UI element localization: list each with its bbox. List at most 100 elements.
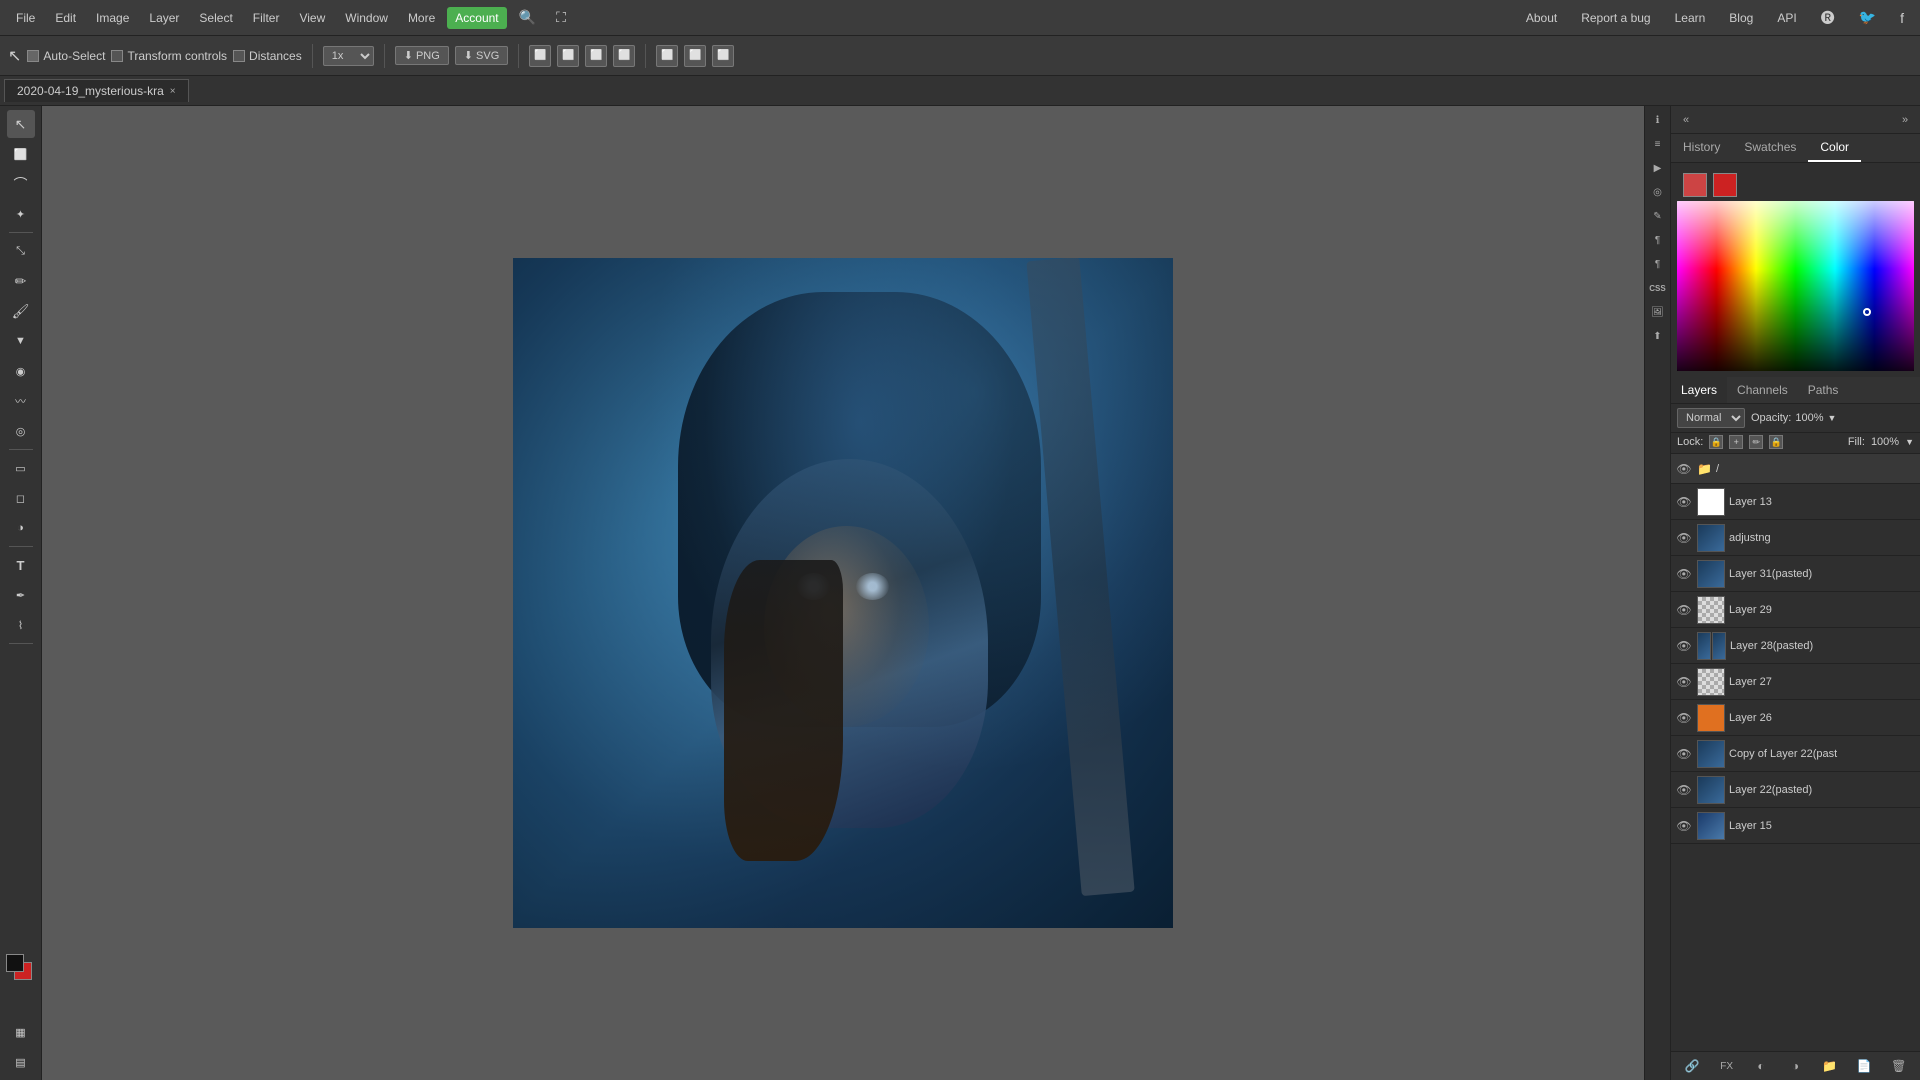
pen-tool[interactable]: ✒ <box>7 581 35 609</box>
layer-visibility-layer26[interactable]: 👁 <box>1675 709 1693 727</box>
menu-image[interactable]: Image <box>88 7 137 29</box>
distances-toggle[interactable]: Distances <box>233 49 302 63</box>
layer-vis-folder[interactable]: 👁 <box>1675 460 1693 478</box>
export-icon[interactable]: ⬆ <box>1648 326 1668 346</box>
arrange-icon[interactable]: ⬜ <box>656 45 678 67</box>
tab-close-button[interactable]: × <box>170 86 176 97</box>
menu-about[interactable]: About <box>1518 7 1565 29</box>
transform-icon[interactable]: ⬜ <box>684 45 706 67</box>
channels-tab[interactable]: Channels <box>1727 377 1798 403</box>
crop-tool[interactable]: ⤡ <box>7 237 35 265</box>
document-tab[interactable]: 2020-04-19_mysterious-kra × <box>4 79 189 102</box>
blur-tool[interactable]: ◎ <box>7 417 35 445</box>
text-style-icon[interactable]: ¶ <box>1648 254 1668 274</box>
pattern-tool[interactable]: ▦ <box>7 1018 35 1046</box>
layer-item-layer28[interactable]: 👁 Layer 28(pasted) <box>1671 628 1920 664</box>
transform-controls-checkbox[interactable] <box>111 50 123 62</box>
fill-value[interactable]: 100% <box>1871 436 1899 448</box>
eraser-tool[interactable]: ◻ <box>7 484 35 512</box>
color-cursor[interactable] <box>1863 308 1871 316</box>
swatches-tab[interactable]: Swatches <box>1732 134 1808 162</box>
layer-item-layer29[interactable]: 👁 Layer 29 <box>1671 592 1920 628</box>
color-spectrum[interactable] <box>1677 201 1914 371</box>
export-svg-button[interactable]: ⬇ SVG <box>455 46 508 65</box>
fx-icon[interactable]: FX <box>1717 1056 1737 1076</box>
lock-pixel-icon[interactable]: ✏ <box>1749 435 1763 449</box>
layer-item-layer27[interactable]: 👁 Layer 27 <box>1671 664 1920 700</box>
gradient-tool[interactable]: ▭ <box>7 454 35 482</box>
layers-tab[interactable]: Layers <box>1671 377 1727 403</box>
mask-icon[interactable]: ◐ <box>1751 1056 1771 1076</box>
smudge-tool[interactable]: 〰 <box>7 387 35 415</box>
fill-dropdown-icon[interactable]: ▼ <box>1905 437 1914 447</box>
link-icon[interactable]: 🔗 <box>1682 1056 1702 1076</box>
paths-tab[interactable]: Paths <box>1798 377 1849 403</box>
color-tab[interactable]: Color <box>1808 134 1861 162</box>
zoom-select[interactable]: 1x2x0.5x <box>323 46 374 66</box>
blend-mode-select[interactable]: Normal MultiplyScreenOverlay <box>1677 408 1745 428</box>
align-left-icon[interactable]: ⬜ <box>529 45 551 67</box>
opacity-value[interactable]: 100% <box>1795 412 1823 424</box>
menu-filter[interactable]: Filter <box>245 7 288 29</box>
transform-controls-toggle[interactable]: Transform controls <box>111 49 227 63</box>
brush-tool[interactable]: 🖌 <box>7 297 35 325</box>
move-tool[interactable]: ↖ <box>7 110 35 138</box>
menu-blog[interactable]: Blog <box>1721 7 1761 29</box>
paint-bucket-tool[interactable]: ▼ <box>7 327 35 355</box>
layer-visibility-layer15[interactable]: 👁 <box>1675 817 1693 835</box>
menu-select[interactable]: Select <box>191 7 240 29</box>
layer-item-layer26[interactable]: 👁 Layer 26 <box>1671 700 1920 736</box>
adjustment-icon[interactable]: ◑ <box>1785 1056 1805 1076</box>
layer-visibility-layer22copy[interactable]: 👁 <box>1675 745 1693 763</box>
foreground-color[interactable] <box>6 954 24 972</box>
path-tool[interactable]: ⌇ <box>7 611 35 639</box>
opacity-dropdown-icon[interactable]: ▼ <box>1828 413 1837 423</box>
search-icon[interactable]: 🔍 <box>511 5 544 30</box>
layer-folder-row[interactable]: 👁 📁 / <box>1671 454 1920 484</box>
layer-item-layer22copy[interactable]: 👁 Copy of Layer 22(past <box>1671 736 1920 772</box>
magic-wand-tool[interactable]: ✦ <box>7 200 35 228</box>
image-icon[interactable]: 🖼 <box>1648 302 1668 322</box>
menu-learn[interactable]: Learn <box>1667 7 1714 29</box>
align-center-icon[interactable]: ⬜ <box>557 45 579 67</box>
info-icon[interactable]: ℹ <box>1648 110 1668 130</box>
layer-visibility-adjustng[interactable]: 👁 <box>1675 529 1693 547</box>
export-png-button[interactable]: ⬇ PNG <box>395 46 449 65</box>
lock-icon[interactable]: 🔒 <box>1709 435 1723 449</box>
lasso-tool[interactable]: ⌒ <box>7 170 35 198</box>
align-right-icon[interactable]: ⬜ <box>585 45 607 67</box>
distribute-icon[interactable]: ⬜ <box>613 45 635 67</box>
channels-view[interactable]: ▤ <box>7 1048 35 1076</box>
history-icon[interactable]: ≡ <box>1648 134 1668 154</box>
compass-icon[interactable]: ◎ <box>1648 182 1668 202</box>
layer-visibility-layer28[interactable]: 👁 <box>1675 637 1693 655</box>
dodge-tool[interactable]: ◑ <box>7 514 35 542</box>
menu-account[interactable]: Account <box>447 7 506 29</box>
text-tool[interactable]: T <box>7 551 35 579</box>
color-swatches[interactable] <box>6 954 36 984</box>
menu-file[interactable]: File <box>8 7 43 29</box>
menu-more[interactable]: More <box>400 7 443 29</box>
layer-item-adjustng[interactable]: 👁 adjustng <box>1671 520 1920 556</box>
menu-view[interactable]: View <box>291 7 333 29</box>
eyedropper-tool[interactable]: ✏ <box>7 267 35 295</box>
lock-position-icon[interactable]: + <box>1729 435 1743 449</box>
text-para-icon[interactable]: ¶ <box>1648 230 1668 250</box>
distances-checkbox[interactable] <box>233 50 245 62</box>
layer-item-layer31[interactable]: 👁 Layer 31(pasted) <box>1671 556 1920 592</box>
css-icon[interactable]: CSS <box>1648 278 1668 298</box>
collapse-left-icon[interactable]: « <box>1677 111 1695 129</box>
new-layer-icon[interactable]: 📄 <box>1854 1056 1874 1076</box>
delete-layer-icon[interactable]: 🗑 <box>1889 1056 1909 1076</box>
folder-add-icon[interactable]: 📁 <box>1820 1056 1840 1076</box>
layer-item-layer22[interactable]: 👁 Layer 22(pasted) <box>1671 772 1920 808</box>
clone-stamp-tool[interactable]: ◉ <box>7 357 35 385</box>
crop-icon[interactable]: ⬜ <box>712 45 734 67</box>
marquee-tool[interactable]: ⬜ <box>7 140 35 168</box>
layer-visibility-layer27[interactable]: 👁 <box>1675 673 1693 691</box>
menu-window[interactable]: Window <box>337 7 396 29</box>
collapse-right-icon[interactable]: » <box>1896 111 1914 129</box>
layer-visibility-layer13[interactable]: 👁 <box>1675 493 1693 511</box>
menu-edit[interactable]: Edit <box>47 7 84 29</box>
menu-report-bug[interactable]: Report a bug <box>1573 7 1658 29</box>
